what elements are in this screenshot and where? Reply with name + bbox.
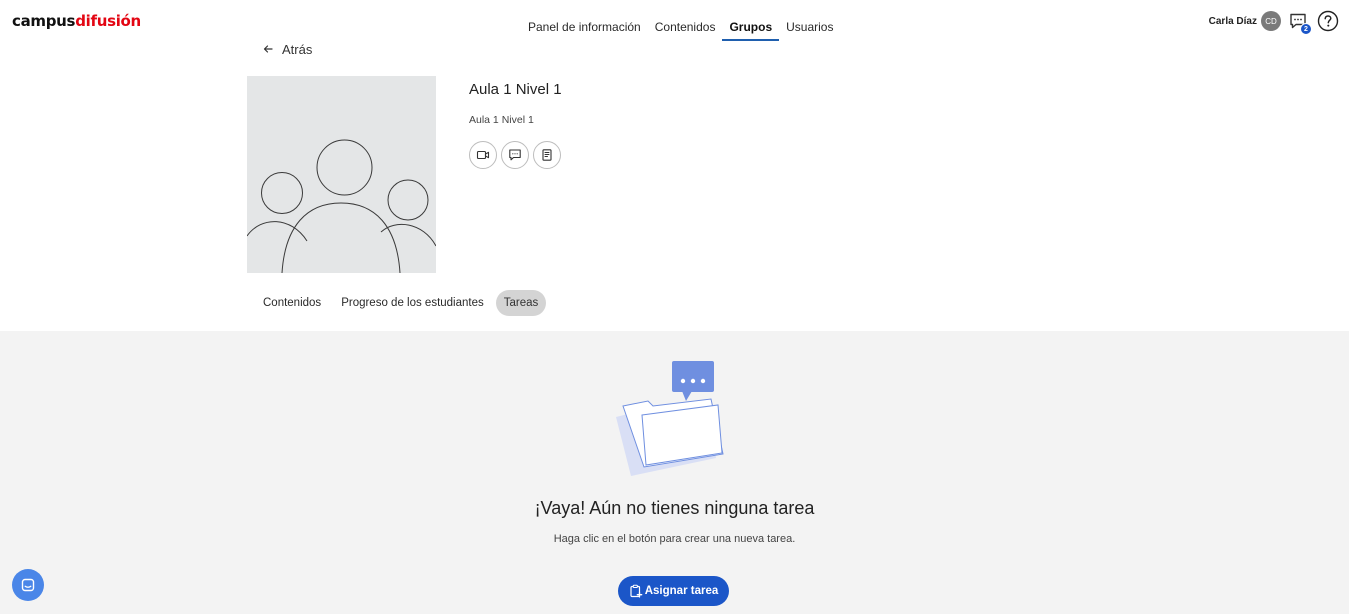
group-actions (469, 141, 561, 169)
logo-part-campus: campus (12, 12, 76, 30)
back-label: Atrás (282, 41, 313, 57)
messages-button[interactable]: 2 (1287, 10, 1312, 35)
group-people-icon (247, 139, 436, 273)
main-nav: Panel de información Contenidos Grupos U… (521, 14, 840, 42)
assign-task-label: Asignar tarea (644, 585, 719, 597)
nav-item-contenidos[interactable]: Contenidos (648, 14, 723, 41)
top-header: campusdifusión Panel de información Cont… (0, 0, 1349, 44)
group-subtitle: Aula 1 Nivel 1 (469, 114, 534, 126)
group-tabs: Contenidos Progreso de los estudiantes T… (255, 290, 547, 316)
tab-contenidos[interactable]: Contenidos (255, 290, 329, 316)
tab-progreso[interactable]: Progreso de los estudiantes (333, 290, 492, 316)
clipboard-add-icon (630, 584, 643, 598)
nav-item-usuarios[interactable]: Usuarios (779, 14, 840, 41)
messages-badge: 2 (1300, 23, 1312, 35)
group-documents-button[interactable] (533, 141, 561, 169)
campus-difusion-logo[interactable]: campusdifusión (12, 11, 141, 31)
back-link[interactable]: Atrás (262, 40, 312, 58)
empty-folder-illustration (610, 355, 734, 480)
video-camera-icon (476, 150, 490, 160)
assign-task-button[interactable]: Asignar tarea (618, 576, 729, 606)
group-placeholder-image (247, 76, 436, 273)
empty-state-title: ¡Vaya! Aún no tienes ninguna tarea (534, 498, 815, 518)
avatar[interactable]: CD (1261, 11, 1281, 31)
document-icon (542, 149, 552, 161)
arrow-left-icon (262, 43, 274, 55)
folder-chat-illustration-icon (616, 361, 724, 476)
tab-tareas[interactable]: Tareas (495, 290, 547, 316)
help-icon (1317, 10, 1339, 32)
support-chat-button[interactable] (12, 569, 44, 601)
help-button[interactable] (1317, 10, 1339, 32)
nav-item-panel[interactable]: Panel de información (521, 14, 648, 41)
group-title: Aula 1 Nivel 1 (469, 81, 562, 98)
nav-item-grupos[interactable]: Grupos (722, 14, 780, 41)
video-call-button[interactable] (469, 141, 497, 169)
user-name[interactable]: Carla Díaz (1209, 16, 1257, 27)
group-chat-button[interactable] (501, 141, 529, 169)
empty-state-subtitle: Haga clic en el botón para crear una nue… (553, 533, 796, 545)
user-area: Carla Díaz CD 2 (1209, 9, 1339, 35)
chat-icon (509, 149, 521, 161)
support-chat-icon (21, 578, 35, 592)
logo-part-difusion: difusión (75, 12, 141, 30)
